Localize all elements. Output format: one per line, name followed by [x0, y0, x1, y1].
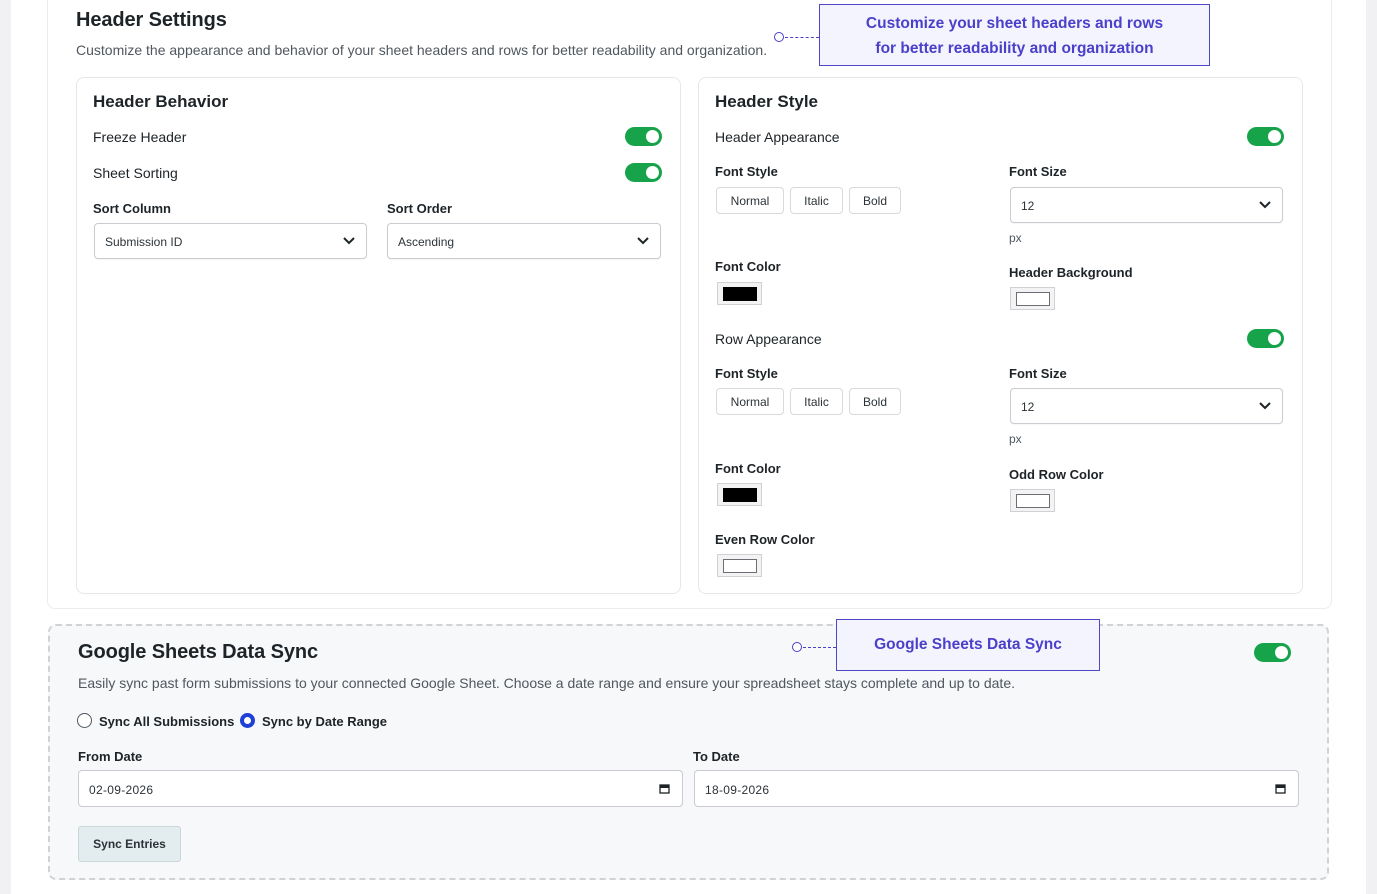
- callout-connector: [803, 647, 836, 648]
- header-background-label: Header Background: [1009, 265, 1133, 280]
- data-sync-toggle[interactable]: [1254, 643, 1291, 662]
- header-background-swatch: [1016, 292, 1050, 306]
- font-color-label: Font Color: [715, 259, 781, 274]
- font-style-label: Font Style: [715, 164, 778, 179]
- odd-row-color-swatch: [1016, 494, 1050, 508]
- even-row-color-label: Even Row Color: [715, 532, 815, 547]
- header-style-title: Header Style: [715, 92, 818, 111]
- row-font-style-label: Font Style: [715, 366, 778, 381]
- sheet-sorting-label: Sheet Sorting: [93, 165, 178, 181]
- callout-line-1: Customize your sheet headers and rows: [865, 15, 1164, 32]
- odd-row-color-label: Odd Row Color: [1009, 467, 1104, 482]
- odd-row-color-picker[interactable]: [1010, 489, 1055, 512]
- row-font-color-picker[interactable]: [717, 483, 762, 506]
- sync-range-label[interactable]: Sync by Date Range: [262, 714, 387, 729]
- chevron-down-icon: [343, 237, 355, 245]
- chevron-down-icon: [637, 237, 649, 245]
- row-font-size-value: 12: [1021, 400, 1035, 414]
- font-size-select[interactable]: 12: [1010, 187, 1283, 223]
- data-sync-description: Easily sync past form submissions to you…: [78, 675, 1015, 691]
- sheet-sorting-toggle[interactable]: [625, 163, 662, 182]
- sort-column-label: Sort Column: [93, 201, 171, 216]
- callout-dot: [792, 642, 802, 652]
- header-behavior-title: Header Behavior: [93, 92, 229, 111]
- header-settings-callout: Customize your sheet headers and rows fo…: [819, 4, 1210, 66]
- row-font-color-swatch: [723, 488, 757, 502]
- header-appearance-toggle[interactable]: [1247, 127, 1284, 146]
- header-settings-title: Header Settings: [76, 9, 227, 31]
- callout-dot: [774, 32, 784, 42]
- sync-entries-button[interactable]: Sync Entries: [78, 826, 181, 862]
- from-date-value: 02-09-2026: [89, 783, 154, 797]
- chevron-down-icon: [1259, 402, 1271, 410]
- from-date-label: From Date: [78, 749, 143, 764]
- sync-range-radio[interactable]: [240, 713, 255, 728]
- row-font-size-label: Font Size: [1009, 366, 1067, 381]
- font-style-group: Normal Italic Bold: [716, 187, 901, 214]
- sync-all-radio[interactable]: [77, 713, 92, 728]
- row-appearance-toggle[interactable]: [1247, 329, 1284, 348]
- even-row-color-picker[interactable]: [717, 554, 762, 577]
- row-appearance-label: Row Appearance: [715, 331, 822, 347]
- to-date-input[interactable]: 18-09-2026: [694, 770, 1299, 807]
- to-date-value: 18-09-2026: [705, 783, 770, 797]
- font-size-unit: px: [1009, 231, 1022, 245]
- calendar-icon[interactable]: [1275, 783, 1286, 794]
- font-style-italic-button[interactable]: Italic: [790, 187, 843, 214]
- to-date-label: To Date: [693, 749, 740, 764]
- sort-order-select[interactable]: Ascending: [387, 223, 661, 259]
- sort-order-label: Sort Order: [387, 201, 453, 216]
- row-font-size-select[interactable]: 12: [1010, 388, 1283, 424]
- header-behavior-card: [76, 77, 681, 594]
- even-row-color-swatch: [723, 559, 757, 573]
- chevron-down-icon: [1259, 201, 1271, 209]
- callout-line-2: for better readability and organization: [875, 40, 1154, 57]
- font-color-picker[interactable]: [717, 282, 762, 305]
- row-font-style-italic-button[interactable]: Italic: [790, 388, 843, 415]
- from-date-input[interactable]: 02-09-2026: [78, 770, 683, 807]
- data-sync-callout: Google Sheets Data Sync: [836, 619, 1100, 671]
- callout-connector: [785, 37, 819, 38]
- header-settings-description: Customize the appearance and behavior of…: [76, 42, 768, 58]
- header-appearance-label: Header Appearance: [715, 129, 840, 145]
- sync-all-label[interactable]: Sync All Submissions: [99, 714, 234, 729]
- row-font-style-normal-button[interactable]: Normal: [716, 388, 784, 415]
- font-style-normal-button[interactable]: Normal: [716, 187, 784, 214]
- font-size-label: Font Size: [1009, 164, 1067, 179]
- data-sync-title: Google Sheets Data Sync: [78, 641, 318, 663]
- font-color-swatch: [723, 287, 757, 301]
- font-size-value: 12: [1021, 199, 1035, 213]
- sort-column-value: Submission ID: [105, 235, 183, 249]
- font-style-bold-button[interactable]: Bold: [849, 187, 901, 214]
- row-font-style-bold-button[interactable]: Bold: [849, 388, 901, 415]
- sort-column-select[interactable]: Submission ID: [94, 223, 367, 259]
- calendar-icon[interactable]: [659, 783, 670, 794]
- row-font-style-group: Normal Italic Bold: [716, 388, 901, 415]
- freeze-header-label: Freeze Header: [93, 129, 187, 145]
- row-font-color-label: Font Color: [715, 461, 781, 476]
- header-background-picker[interactable]: [1010, 287, 1055, 310]
- row-font-size-unit: px: [1009, 432, 1022, 446]
- freeze-header-toggle[interactable]: [625, 127, 662, 146]
- sort-order-value: Ascending: [398, 235, 455, 249]
